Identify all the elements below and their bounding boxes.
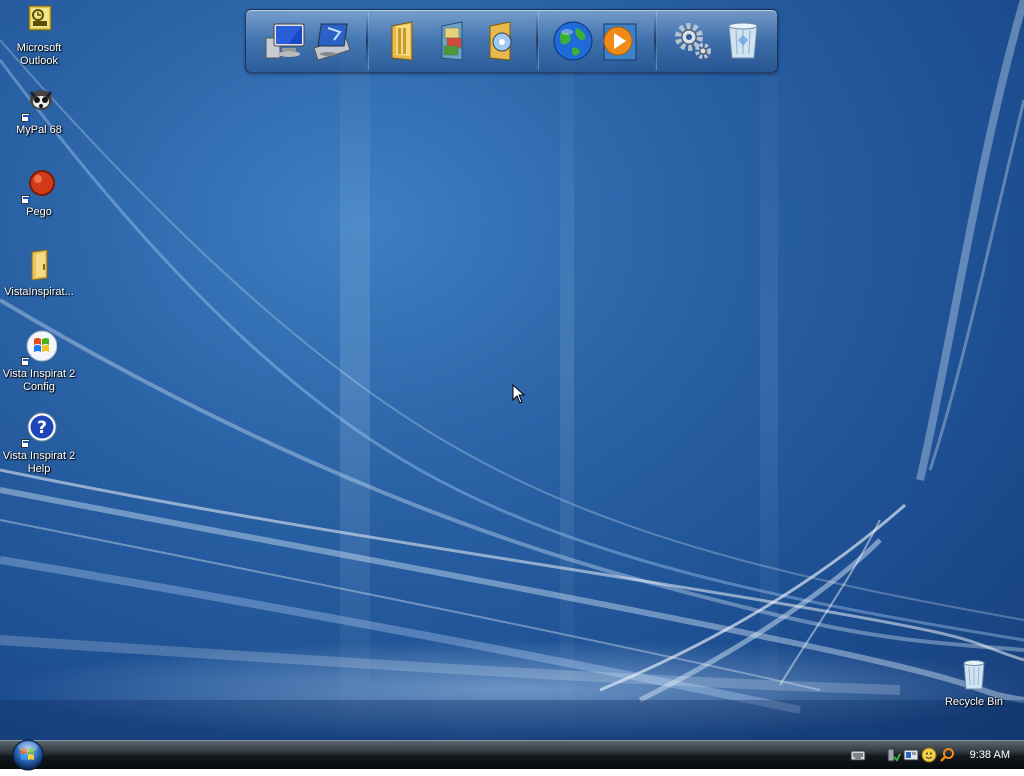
search-icon[interactable] xyxy=(939,747,955,763)
pictures-folder-icon xyxy=(441,21,463,61)
safely-remove-hardware-icon[interactable] xyxy=(885,747,901,763)
desktop-icon-vista-inspirat-config[interactable]: Vista Inspirat 2 Config xyxy=(0,330,78,394)
music-folder-icon xyxy=(489,21,512,61)
folder-icon xyxy=(21,248,57,284)
dock-music-button[interactable] xyxy=(480,18,526,64)
desktop-icon-recycle-bin[interactable]: Recycle Bin xyxy=(935,658,1013,709)
windows-logo-icon xyxy=(21,330,58,366)
start-button[interactable] xyxy=(8,738,48,771)
taskbar-clock[interactable]: 9:38 AM xyxy=(970,749,1010,761)
media-player-icon xyxy=(603,23,637,61)
desktop-icon-label: Pego xyxy=(26,206,52,218)
wallpaper-aurora xyxy=(0,0,1024,740)
svg-text:?: ? xyxy=(37,418,47,438)
desktop-icon-vista-inspirat-help[interactable]: ? Vista Inspirat 2 Help xyxy=(0,412,78,476)
recycle-bin-icon xyxy=(728,22,758,59)
desktop-icon-pego[interactable]: Pego xyxy=(0,168,78,219)
dock-pictures-button[interactable] xyxy=(432,18,478,64)
dock-computer-button[interactable] xyxy=(262,18,308,64)
desktop-icon-microsoft-outlook[interactable]: Microsoft Outlook xyxy=(0,4,78,68)
dock-separator xyxy=(654,12,657,70)
recycle-bin-icon xyxy=(956,658,992,694)
shortcut-arrow-icon xyxy=(21,195,30,204)
shortcut-arrow-icon xyxy=(21,439,30,448)
windows-orb-icon xyxy=(12,739,44,771)
dock-separator xyxy=(536,12,539,70)
dock-drive-button[interactable] xyxy=(308,18,354,64)
desktop-icon-label: MyPal 68 xyxy=(16,124,62,136)
dock-settings-button[interactable] xyxy=(670,18,716,64)
help-icon: ? xyxy=(21,412,57,448)
mouse-pointer-icon xyxy=(512,384,526,404)
computer-icon xyxy=(265,23,305,59)
documents-folder-icon xyxy=(391,21,413,61)
desktop-icon-label: Recycle Bin xyxy=(944,696,1004,708)
dock-documents-button[interactable] xyxy=(382,18,428,64)
network-icon[interactable] xyxy=(903,747,919,763)
messenger-smiley-icon[interactable] xyxy=(921,747,937,763)
shortcut-arrow-icon xyxy=(21,113,30,122)
dock-bar xyxy=(245,9,778,73)
outlook-icon xyxy=(21,4,57,40)
settings-gears-icon xyxy=(675,23,711,59)
dock-internet-button[interactable] xyxy=(550,18,596,64)
system-tray: 9:38 AM xyxy=(884,741,1024,769)
drive-icon xyxy=(313,23,351,61)
shortcut-arrow-icon xyxy=(21,357,30,366)
desktop[interactable]: Microsoft Outlook MyPal 68 Pego VistaIns… xyxy=(0,0,1024,740)
desktop-icon-label: Vista Inspirat 2 Config xyxy=(2,368,76,393)
dock-media-player-button[interactable] xyxy=(596,18,642,64)
dock-recycle-bin-button[interactable] xyxy=(720,18,766,64)
keyboard-icon[interactable] xyxy=(850,748,866,762)
internet-globe-icon xyxy=(553,21,593,61)
desktop-icon-label: Vista Inspirat 2 Help xyxy=(2,450,76,475)
desktop-icon-label: VistaInspirat... xyxy=(4,286,74,298)
desktop-icon-vistainspirat-folder[interactable]: VistaInspirat... xyxy=(0,248,78,299)
mypal-icon xyxy=(21,86,57,122)
desktop-icon-mypal[interactable]: MyPal 68 xyxy=(0,86,78,137)
pego-icon xyxy=(21,168,57,204)
dock-separator xyxy=(366,12,369,70)
desktop-icon-label: Microsoft Outlook xyxy=(16,42,62,67)
taskbar: 9:38 AM xyxy=(0,738,1024,771)
